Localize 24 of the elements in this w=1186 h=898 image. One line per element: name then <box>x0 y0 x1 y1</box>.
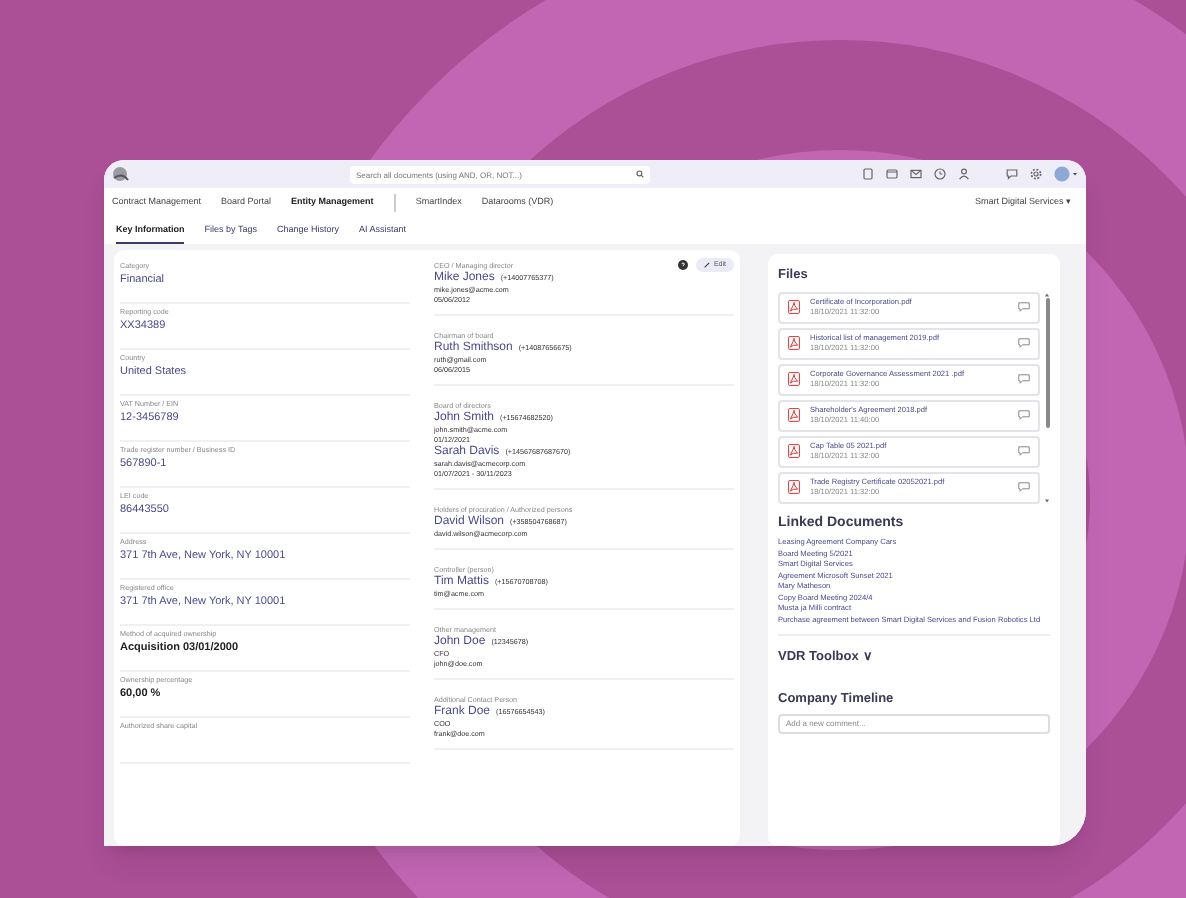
document-icon[interactable] <box>862 168 874 180</box>
clock-icon[interactable] <box>934 168 946 180</box>
pdf-icon <box>788 480 800 495</box>
pdf-icon <box>788 300 800 315</box>
help-icon[interactable] <box>677 260 688 270</box>
search-icon <box>636 170 644 178</box>
pdf-icon <box>788 372 800 387</box>
comment-icon[interactable] <box>1018 446 1030 457</box>
pdf-icon <box>788 408 800 423</box>
comment-icon[interactable] <box>1018 482 1030 493</box>
comment-icon[interactable] <box>1018 302 1030 313</box>
mail-icon[interactable] <box>910 168 922 180</box>
pdf-icon <box>788 444 800 459</box>
pdf-icon <box>788 336 800 351</box>
pencil-icon <box>703 262 710 268</box>
chat-icon[interactable] <box>1006 168 1018 180</box>
settings-icon[interactable] <box>1030 168 1042 180</box>
people-icon[interactable] <box>958 168 970 180</box>
logo-icon <box>112 166 130 182</box>
window-icon[interactable] <box>886 168 898 180</box>
comment-icon[interactable] <box>1018 410 1030 421</box>
comment-icon[interactable] <box>1018 374 1030 385</box>
scroll-up-icon[interactable] <box>1044 291 1050 298</box>
comment-icon[interactable] <box>1018 338 1030 349</box>
